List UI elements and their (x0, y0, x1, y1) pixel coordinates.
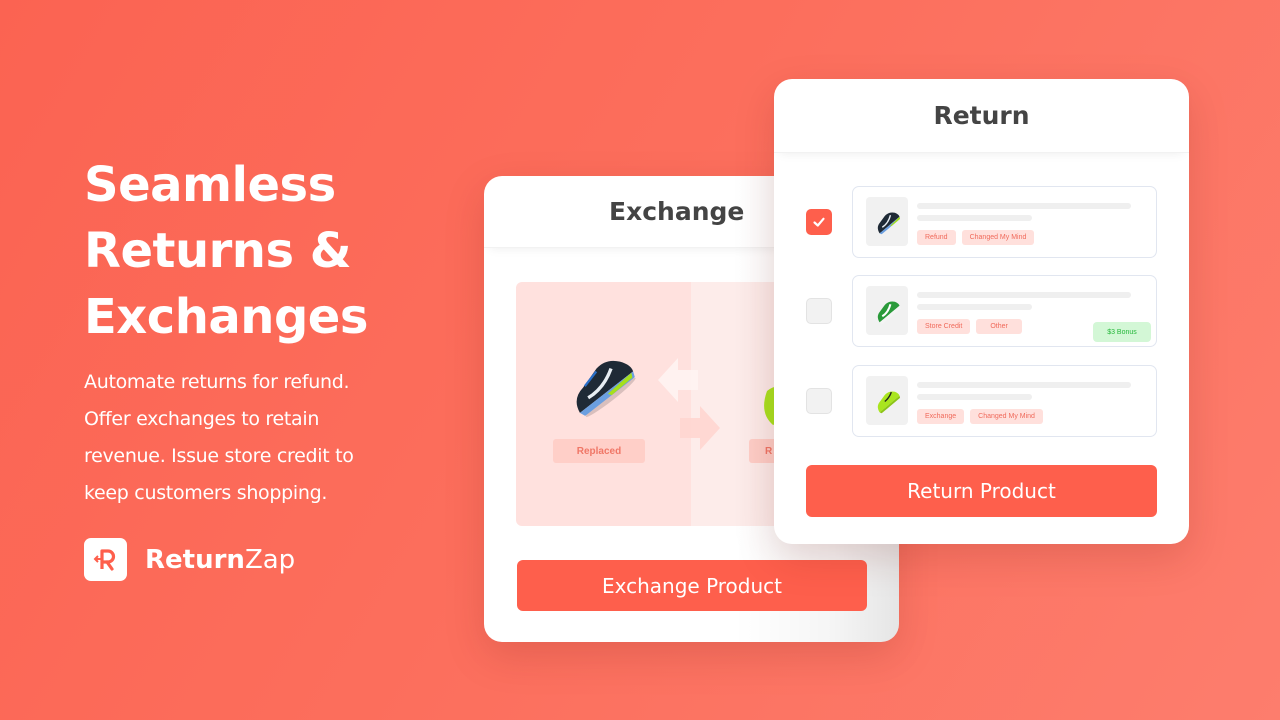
shoe-dark-blue-icon (877, 211, 901, 234)
return-item-row: Refund Changed My Mind (806, 186, 1157, 258)
hero-title-line: Returns & (84, 223, 352, 279)
item-tags: Store Credit Other (917, 319, 1022, 334)
hero-title-line: Seamless (84, 157, 336, 213)
hero-description-line: revenue. Issue store credit to (84, 445, 354, 467)
hero-section: Seamless Returns & Exchanges Automate re… (84, 152, 424, 512)
skeleton-line (917, 394, 1032, 400)
brand-name: ReturnZap (145, 545, 295, 575)
return-item-card[interactable]: Store Credit Other $3 Bonus (852, 275, 1157, 347)
tag-chip: Store Credit (917, 319, 971, 334)
exchange-product-button[interactable]: Exchange Product (517, 560, 867, 611)
skeleton-line (917, 292, 1131, 298)
hero-description-line: Automate returns for refund. (84, 371, 350, 393)
brand-name-light: Zap (244, 544, 296, 575)
product-thumbnail (866, 376, 908, 425)
return-card: Return Refund Changed My Mind Store Cred… (774, 79, 1189, 544)
item-checkbox[interactable] (806, 388, 832, 414)
bonus-badge: $3 Bonus (1093, 322, 1151, 342)
return-item-card[interactable]: Exchange Changed My Mind (852, 365, 1157, 437)
returnzap-r-arrow-icon (93, 548, 115, 571)
skeleton-line (917, 382, 1131, 388)
product-thumbnail (866, 286, 908, 335)
tag-chip: Changed My Mind (961, 230, 1035, 245)
skeleton-line (917, 215, 1032, 221)
hero-description-line: Offer exchanges to retain (84, 408, 320, 430)
replaced-label: Replaced (553, 439, 645, 463)
product-thumbnail (866, 197, 908, 246)
shoe-green-white-icon (877, 300, 901, 324)
brand-logo (84, 538, 127, 581)
item-checkbox[interactable] (806, 209, 832, 235)
brand-name-bold: Return (145, 544, 245, 575)
checkmark-icon (813, 217, 825, 227)
hero-description: Automate returns for refund. Offer excha… (84, 364, 424, 512)
skeleton-line (917, 203, 1131, 209)
return-product-button[interactable]: Return Product (806, 465, 1157, 517)
shoe-dark-blue-icon (576, 360, 636, 417)
return-card-title: Return (774, 79, 1189, 153)
hero-title-line: Exchanges (84, 289, 368, 345)
tag-chip: Other (976, 319, 1022, 334)
tag-chip: Changed My Mind (970, 409, 1043, 424)
item-tags: Refund Changed My Mind (917, 230, 1035, 245)
swap-arrows-icon (658, 358, 720, 450)
item-checkbox[interactable] (806, 298, 832, 324)
return-item-row: Store Credit Other $3 Bonus (806, 275, 1157, 347)
return-item-card[interactable]: Refund Changed My Mind (852, 186, 1157, 258)
tag-chip: Exchange (917, 409, 965, 424)
skeleton-line (917, 304, 1032, 310)
shoe-neon-green-icon (877, 390, 901, 413)
hero-title: Seamless Returns & Exchanges (84, 152, 424, 350)
tag-chip: Refund (917, 230, 956, 245)
brand: ReturnZap (84, 538, 295, 581)
item-tags: Exchange Changed My Mind (917, 409, 1043, 424)
return-item-row: Exchange Changed My Mind (806, 365, 1157, 437)
hero-description-line: keep customers shopping. (84, 482, 328, 504)
